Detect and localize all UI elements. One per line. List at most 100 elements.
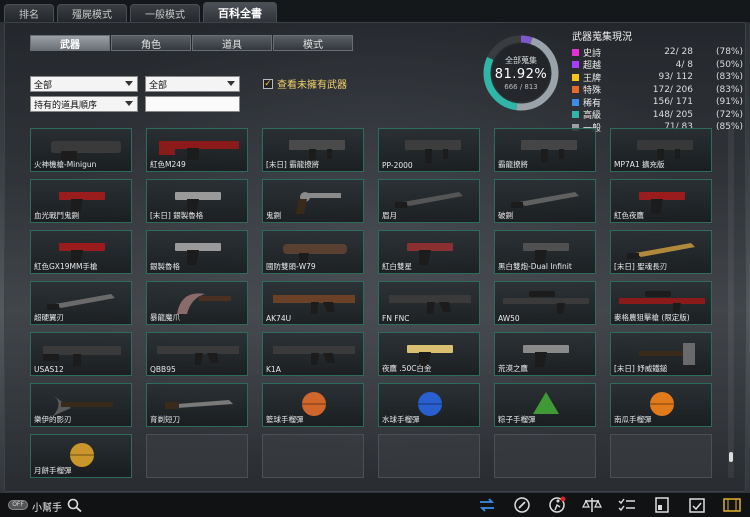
weapon-card[interactable]: 夜鷹 .50C白金 <box>378 332 480 376</box>
weapon-card[interactable]: USAS12 <box>30 332 132 376</box>
weapon-card[interactable]: [末日] 妤威鐵鎚 <box>610 332 712 376</box>
calendar-icon[interactable] <box>687 496 707 514</box>
card-icon[interactable] <box>652 496 672 514</box>
weapon-card[interactable]: 血光戰鬥鬼鍘 <box>30 179 132 223</box>
weapon-card[interactable]: 麥格農狙擊槍 (限定版) <box>610 281 712 325</box>
weapon-card[interactable]: K1A <box>262 332 364 376</box>
weapon-name: 月餅手榴彈 <box>34 466 72 475</box>
weapon-name: 紅色夜鷹 <box>614 211 644 220</box>
weapon-card[interactable]: 紅色M249 <box>146 128 248 172</box>
weapon-card[interactable]: 水球手榴彈 <box>378 383 480 427</box>
weapon-card[interactable]: 紅色GX19MM手槍 <box>30 230 132 274</box>
weapon-card[interactable]: 月餅手榴彈 <box>30 434 132 478</box>
tab-normal-mode[interactable]: 一般模式 <box>130 4 200 22</box>
weapon-name: 麥格農狙擊槍 (限定版) <box>614 313 690 322</box>
weapon-card[interactable]: AW50 <box>494 281 596 325</box>
weapon-card[interactable]: PP-2000 <box>378 128 480 172</box>
rarity-count: 4/ 8 <box>675 59 693 70</box>
weapon-name: 育剃短刀 <box>150 415 180 424</box>
scrollbar-thumb[interactable] <box>729 452 733 462</box>
tab-ranking[interactable]: 排名 <box>4 4 54 22</box>
weapon-card[interactable]: 火神機槍-Minigun <box>30 128 132 172</box>
weapon-card[interactable]: 育剃短刀 <box>146 383 248 427</box>
weapon-name: 粽子手榴彈 <box>498 415 536 424</box>
donut-text: 全部蒐集 81.92% 666 / 813 <box>480 32 562 114</box>
rarity-count: 148/ 205 <box>652 109 693 120</box>
weapon-card[interactable]: 眉月 <box>378 179 480 223</box>
search-input[interactable] <box>145 96 240 112</box>
sort-dropdown[interactable]: 持有的道具順序 <box>30 96 138 112</box>
weapon-card[interactable]: [末日] 聖魂長刃 <box>610 230 712 274</box>
rarity-swatch <box>572 48 579 56</box>
rarity-name: 王牌 <box>583 73 602 84</box>
category-dropdown-2[interactable]: 全部 <box>145 76 240 92</box>
stat-row: 史詩 22/ 28 (78%) <box>572 46 744 59</box>
compass-icon[interactable] <box>512 496 532 514</box>
stat-row: 特殊 172/ 206 (83%) <box>572 84 744 97</box>
search-icon[interactable] <box>66 497 84 513</box>
rarity-percent: (78%) <box>715 47 743 58</box>
weapon-name: 鬼鍘 <box>266 211 281 220</box>
weapon-card[interactable]: 粽子手榴彈 <box>494 383 596 427</box>
sub-tab-bar: 武器 角色 道具 模式 <box>30 35 354 51</box>
weapon-name: AK74U <box>266 314 292 323</box>
weapon-card[interactable]: 籃球手榴彈 <box>262 383 364 427</box>
runner-icon[interactable] <box>547 496 567 514</box>
weapon-name: K1A <box>266 365 281 374</box>
weapon-card[interactable]: 南瓜手榴彈 <box>610 383 712 427</box>
weapon-name: AW50 <box>498 314 520 323</box>
weapon-name: 銀製魯格 <box>150 262 180 271</box>
rarity-percent: (50%) <box>715 59 743 70</box>
helper-toggle[interactable]: OFF <box>8 500 28 510</box>
category-dropdown-1[interactable]: 全部 <box>30 76 138 92</box>
weapon-card[interactable]: [末日] 霸龍撩將 <box>262 128 364 172</box>
weapon-card[interactable]: [末日] 銀製魯格 <box>146 179 248 223</box>
weapon-card[interactable]: FN FNC <box>378 281 480 325</box>
weapon-name: 紅色GX19MM手槍 <box>34 262 98 271</box>
rarity-percent: (91%) <box>715 97 743 108</box>
show-unowned-checkbox[interactable]: ✓ 查看未擁有武器 <box>263 76 347 91</box>
weapon-card[interactable]: QBB95 <box>146 332 248 376</box>
weapon-card[interactable]: 破鍘 <box>494 179 596 223</box>
weapon-card[interactable]: 紅色夜鷹 <box>610 179 712 223</box>
weapon-name: 暴龍魔爪 <box>150 313 180 322</box>
weapon-name: 黑白雙炮-Dual Infinit <box>498 262 572 271</box>
subtab-weapons[interactable]: 武器 <box>30 35 110 51</box>
rarity-name: 高級 <box>583 111 602 122</box>
weapon-card[interactable]: 銀製魯格 <box>146 230 248 274</box>
tab-zombie-mode[interactable]: 殭屍模式 <box>57 4 127 22</box>
weapon-card[interactable]: 霸龍撩將 <box>494 128 596 172</box>
swap-icon[interactable] <box>477 496 497 514</box>
weapon-card[interactable]: 荒漠之鷹 <box>494 332 596 376</box>
weapon-name: 水球手榴彈 <box>382 415 420 424</box>
weapon-card[interactable]: MP7A1 擴充版 <box>610 128 712 172</box>
weapon-card[interactable]: 國防雙頭-W79 <box>262 230 364 274</box>
category-dropdown-1-value: 全部 <box>34 80 53 91</box>
scale-icon[interactable] <box>582 496 602 514</box>
weapon-name: MP7A1 擴充版 <box>614 160 665 169</box>
bottom-bar: OFF 小幫手 <box>0 493 750 517</box>
weapon-card[interactable]: 紅白雙星 <box>378 230 480 274</box>
weapon-card[interactable]: 樂伊的影刃 <box>30 383 132 427</box>
weapon-name: [末日] 霸龍撩將 <box>266 160 320 169</box>
weapon-card[interactable]: AK74U <box>262 281 364 325</box>
rarity-swatch <box>572 73 579 81</box>
film-icon[interactable] <box>722 496 742 514</box>
scrollbar-track[interactable] <box>728 128 734 478</box>
subtab-modes[interactable]: 模式 <box>273 35 353 51</box>
collection-stats: 武器蒐集現況 史詩 22/ 28 (78%) 超越 4/ 8 (50%) 王牌 93/ 112… <box>572 28 744 134</box>
rarity-percent: (72%) <box>715 109 743 120</box>
subtab-characters[interactable]: 角色 <box>111 35 191 51</box>
weapon-card[interactable]: 超硬翼刃 <box>30 281 132 325</box>
rarity-name: 超越 <box>583 61 602 72</box>
weapon-card[interactable]: 黑白雙炮-Dual Infinit <box>494 230 596 274</box>
stat-row: 王牌 93/ 112 (83%) <box>572 71 744 84</box>
subtab-items[interactable]: 道具 <box>192 35 272 51</box>
rarity-name: 特殊 <box>583 86 602 97</box>
weapon-card[interactable]: 鬼鍘 <box>262 179 364 223</box>
tab-encyclopedia[interactable]: 百科全書 <box>203 2 277 22</box>
weapon-name: PP-2000 <box>382 161 413 170</box>
checklist-icon[interactable] <box>617 496 637 514</box>
weapon-card[interactable]: 暴龍魔爪 <box>146 281 248 325</box>
rarity-swatch <box>572 86 579 94</box>
